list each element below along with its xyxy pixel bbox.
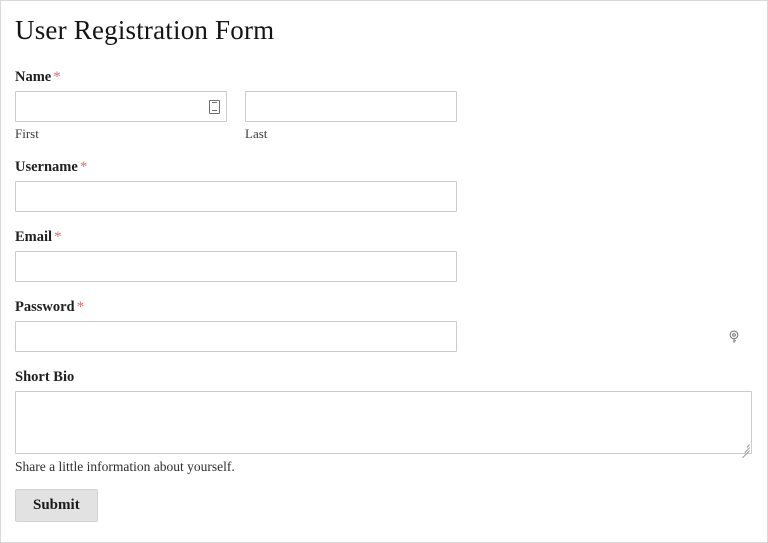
email-input[interactable] — [15, 251, 457, 282]
registration-form-page: User Registration Form Name* First Last — [0, 0, 768, 543]
username-input-wrap — [15, 181, 751, 212]
submit-row: Submit — [15, 489, 751, 522]
page-title: User Registration Form — [15, 15, 275, 45]
name-first-column: First — [15, 91, 227, 142]
label-email-text: Email — [15, 229, 53, 245]
first-name-input-wrap — [15, 91, 227, 122]
short-bio-textarea-wrap — [15, 391, 752, 459]
field-short-bio: Short Bio Share a little information abo… — [15, 369, 752, 475]
label-short-bio: Short Bio — [15, 369, 751, 386]
field-name: Name * First Last — [15, 69, 751, 142]
label-username-text: Username — [15, 159, 78, 175]
first-name-sub-label: First — [15, 126, 39, 141]
label-short-bio-text: Short Bio — [15, 369, 75, 385]
name-row: First Last — [15, 91, 751, 142]
label-email: Email * — [15, 229, 751, 246]
username-input[interactable] — [15, 181, 457, 212]
short-bio-textarea[interactable] — [15, 391, 752, 454]
required-asterisk: * — [53, 69, 61, 85]
required-asterisk: * — [79, 159, 88, 175]
email-input-wrap — [15, 251, 751, 282]
password-input[interactable] — [15, 321, 457, 352]
last-name-sub-label: Last — [245, 126, 268, 141]
contact-card-autofill-icon[interactable] — [209, 99, 220, 114]
last-name-input-wrap — [245, 91, 457, 122]
label-username: Username * — [15, 159, 751, 176]
label-password-text: Password — [15, 299, 75, 315]
submit-button[interactable]: Submit — [15, 489, 98, 522]
field-password: Password * — [15, 299, 751, 352]
field-username: Username * — [15, 159, 751, 212]
required-asterisk: * — [76, 299, 85, 315]
password-input-wrap — [15, 321, 751, 352]
short-bio-help-text: Share a little information about yoursel… — [15, 459, 235, 474]
label-name-text: Name — [15, 69, 52, 85]
key-icon[interactable] — [727, 330, 741, 344]
label-password: Password * — [15, 299, 751, 316]
field-email: Email * — [15, 229, 751, 282]
first-name-input[interactable] — [15, 91, 227, 122]
label-name: Name * — [15, 69, 751, 86]
last-name-input[interactable] — [245, 91, 457, 122]
form-container: User Registration Form Name* First Last — [1, 1, 767, 522]
name-last-column: Last — [245, 91, 457, 142]
required-asterisk: * — [54, 229, 62, 245]
